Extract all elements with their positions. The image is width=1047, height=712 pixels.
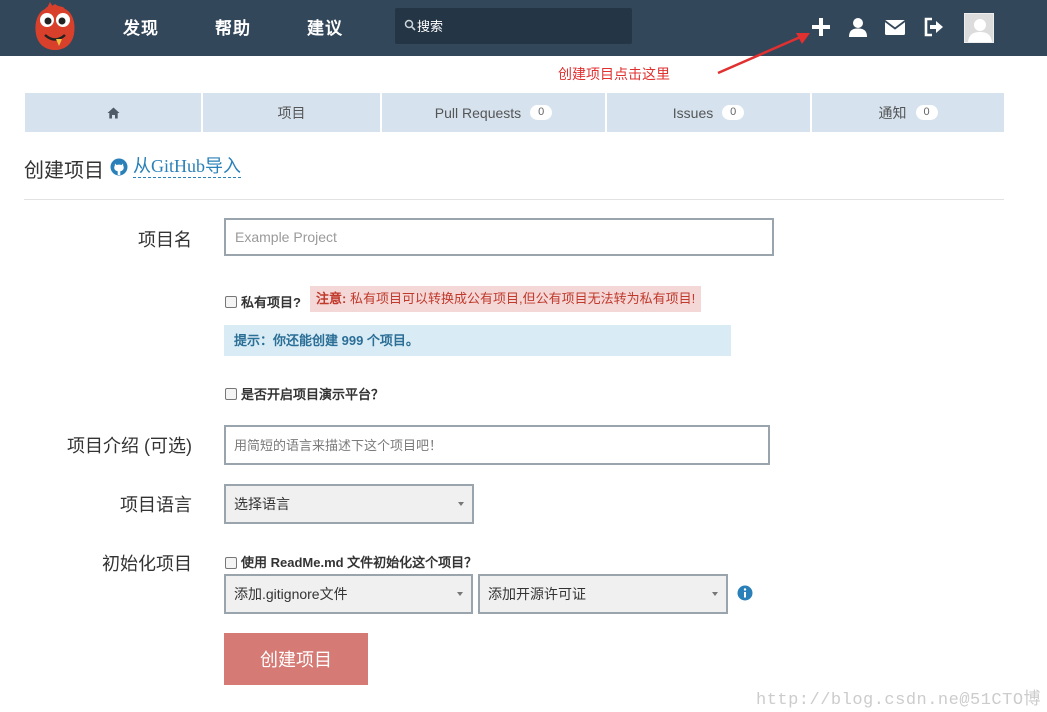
project-name-input[interactable]: [224, 218, 774, 256]
license-select-value: 添加开源许可证: [488, 586, 586, 602]
pull-requests-count-badge: 0: [530, 105, 553, 120]
search-input[interactable]: [417, 8, 627, 44]
project-quota-info: 提示：你还能创建 999 个项目。: [224, 325, 731, 356]
tab-issues[interactable]: Issues 0: [607, 93, 812, 132]
tab-projects-label: 项目: [277, 104, 306, 121]
language-select[interactable]: 选择语言: [224, 484, 474, 524]
language-select-value: 选择语言: [234, 496, 290, 512]
warning-text: 私有项目可以转换成公有项目,但公有项目无法转为私有项目!: [349, 291, 696, 306]
info-icon[interactable]: [737, 585, 753, 601]
nav-discover-link[interactable]: 发现: [123, 14, 159, 39]
tab-issues-label: Issues: [672, 104, 714, 121]
warning-prefix: 注意:: [316, 291, 347, 306]
nav-help-link[interactable]: 帮助: [215, 14, 251, 39]
tab-notifications[interactable]: 通知 0: [812, 93, 1004, 132]
issues-count-badge: 0: [722, 105, 745, 120]
nav-suggest-link[interactable]: 建议: [307, 14, 343, 39]
gitignore-select[interactable]: 添加.gitignore文件: [224, 574, 473, 614]
project-description-textarea[interactable]: [224, 425, 770, 465]
readme-init-checkbox[interactable]: [225, 557, 237, 569]
demo-platform-label: 是否开启项目演示平台？: [241, 387, 385, 402]
project-name-label: 项目名: [138, 230, 192, 250]
tab-pull-requests-label: Pull Requests: [434, 104, 522, 121]
tab-home[interactable]: [25, 93, 203, 132]
sign-out-icon[interactable]: [923, 16, 945, 38]
chevron-down-icon: [458, 502, 464, 506]
chevron-down-icon: [712, 592, 718, 596]
private-warning-box: 注意: 私有项目可以转换成公有项目,但公有项目无法转为私有项目!: [310, 286, 702, 312]
demo-platform-checkbox[interactable]: [225, 388, 237, 400]
import-from-github-link[interactable]: 从GitHub导入: [133, 155, 241, 178]
watermark: http://blog.csdn.ne@51CTO博客: [756, 691, 1042, 710]
readme-init-label: 使用 ReadMe.md 文件初始化这个项目？: [241, 555, 478, 570]
github-icon: [110, 158, 128, 176]
logo-icon[interactable]: [32, 2, 78, 52]
gitignore-select-value: 添加.gitignore文件: [234, 586, 348, 602]
mail-icon[interactable]: [884, 16, 906, 38]
private-project-checkbox[interactable]: [225, 296, 237, 308]
divider: [24, 199, 1004, 200]
project-tabs: 项目 Pull Requests 0 Issues 0 通知 0: [25, 93, 1004, 132]
avatar[interactable]: [964, 13, 994, 43]
create-project-button[interactable]: 创建项目: [224, 633, 368, 685]
top-navigation-bar: 发现 帮助 建议: [0, 0, 1047, 56]
tab-pull-requests[interactable]: Pull Requests 0: [382, 93, 607, 132]
notifications-count-badge: 0: [915, 105, 938, 120]
license-select[interactable]: 添加开源许可证: [478, 574, 728, 614]
home-icon: [107, 107, 119, 118]
page-title: 创建项目: [24, 160, 104, 182]
search-icon: [404, 19, 416, 31]
project-language-label: 项目语言: [120, 495, 192, 515]
chevron-down-icon: [457, 592, 463, 596]
private-project-label: 私有项目?: [241, 295, 301, 310]
annotation-arrow-icon: [717, 33, 810, 75]
tab-projects[interactable]: 项目: [203, 93, 382, 132]
tab-notifications-label: 通知: [878, 104, 907, 121]
user-icon[interactable]: [847, 16, 869, 38]
annotation-text: 创建项目点击这里: [558, 66, 670, 82]
avatar-placeholder-icon: [965, 14, 993, 42]
project-description-label: 项目介绍 (可选): [67, 436, 192, 456]
search-box: [395, 8, 632, 44]
init-project-label: 初始化项目: [102, 554, 192, 574]
